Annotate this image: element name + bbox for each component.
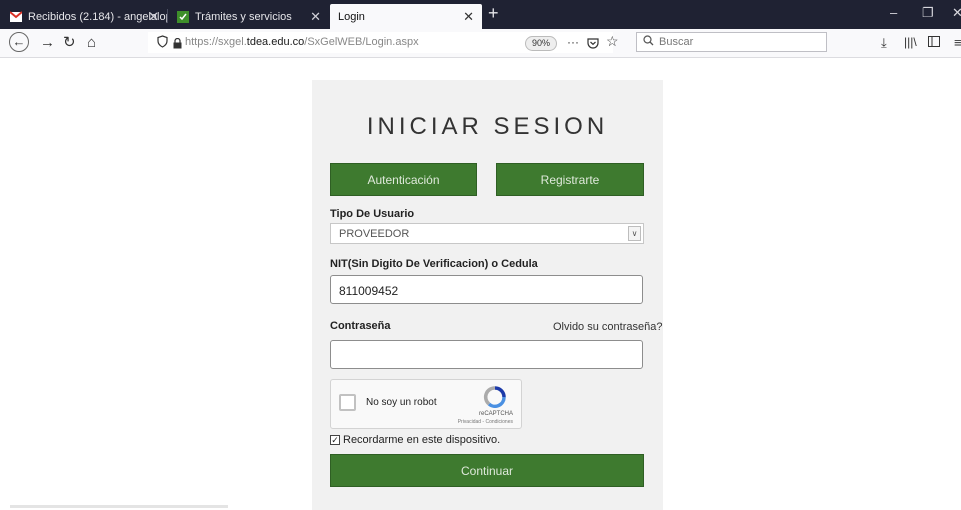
close-icon[interactable]: ✕ (463, 9, 474, 25)
tab-gmail-title: Recibidos (2.184) - angelalope: (28, 10, 167, 23)
shield-icon[interactable] (157, 35, 168, 53)
tab-tramites[interactable]: Trámites y servicios ✕ (169, 4, 329, 29)
search-box[interactable]: Buscar (636, 32, 827, 52)
page-actions-icon[interactable]: ··· (567, 35, 579, 49)
back-icon[interactable]: ← (9, 32, 29, 52)
bookmark-star-icon[interactable]: ☆ (606, 33, 619, 50)
captcha-text: No soy un robot (366, 397, 437, 408)
reload-icon[interactable]: ↻ (63, 34, 76, 52)
home-icon[interactable]: ⌂ (87, 34, 96, 52)
library-icon[interactable]: |||\ (904, 35, 917, 49)
continue-button[interactable]: Continuar (330, 454, 644, 487)
search-placeholder: Buscar (659, 36, 694, 48)
remember-checkbox[interactable]: ✓ Recordarme en este dispositivo. (330, 434, 500, 446)
download-icon[interactable]: ⤓ (881, 35, 887, 51)
search-icon (643, 35, 654, 49)
password-label: Contraseña (330, 320, 391, 332)
new-tab-button[interactable]: + (488, 3, 499, 24)
tramites-icon (177, 10, 189, 23)
captcha-checkbox[interactable] (339, 394, 356, 411)
gmail-icon (9, 10, 23, 23)
close-window-icon[interactable]: ✕ (952, 5, 961, 21)
recaptcha-icon (483, 386, 507, 413)
restore-icon[interactable]: ❐ (922, 5, 934, 21)
scrollbar[interactable] (10, 505, 228, 508)
address-bar[interactable]: https://sxgel.tdea.edu.co/SxGelWEB/Login… (148, 32, 619, 54)
close-icon[interactable]: ✕ (148, 9, 159, 25)
url-prefix: https://sxgel. (185, 36, 247, 48)
tab-login-title: Login (338, 10, 365, 23)
close-icon[interactable]: ✕ (310, 9, 321, 25)
captcha-privacy[interactable]: Privacidad - Condiciones (458, 419, 513, 425)
chevron-down-icon[interactable]: ∨ (628, 226, 641, 241)
recaptcha-widget: No soy un robot reCAPTCHA Privacidad - C… (330, 379, 522, 429)
checkbox-icon[interactable]: ✓ (330, 435, 340, 445)
captcha-brand: reCAPTCHA (478, 411, 513, 417)
tab-tramites-title: Trámites y servicios (195, 10, 292, 23)
menu-icon[interactable]: ≡ (954, 35, 961, 50)
tab-strip: Recibidos (2.184) - angelalope: ✕ Trámit… (0, 0, 961, 29)
tab-separator (167, 9, 168, 23)
user-type-value: PROVEEDOR (339, 228, 410, 240)
tab-gmail[interactable]: Recibidos (2.184) - angelalope: ✕ (2, 4, 167, 29)
tab-login[interactable]: Login ✕ (330, 4, 482, 29)
url-path: /SxGelWEB/Login.aspx (304, 36, 419, 48)
url-domain: tdea.edu.co (246, 36, 305, 48)
user-type-label: Tipo De Usuario (330, 208, 415, 220)
id-value: 811009452 (339, 284, 399, 298)
forgot-password-link[interactable]: Olvido su contraseña? (553, 321, 662, 333)
register-button[interactable]: Registrarte (496, 163, 644, 196)
page-title: INICIAR SESION (366, 113, 609, 140)
login-panel: INICIAR SESION Autenticación Registrarte… (312, 80, 663, 510)
id-label: NIT(Sin Digito De Verificacion) o Cedula (330, 258, 538, 270)
auth-button[interactable]: Autenticación (330, 163, 477, 196)
id-field[interactable]: 811009452 (330, 275, 643, 304)
navigation-bar: ← → ↻ ⌂ https://sxgel.tdea.edu.co/SxGelW… (0, 29, 961, 58)
user-type-select[interactable]: PROVEEDOR ∨ (330, 223, 644, 244)
pocket-icon[interactable] (587, 36, 599, 54)
minimize-icon[interactable]: – (890, 5, 897, 20)
password-field[interactable] (330, 340, 643, 369)
url-text[interactable]: https://sxgel.tdea.edu.co/SxGelWEB/Login… (185, 36, 419, 48)
zoom-indicator[interactable]: 90% (525, 36, 558, 51)
remember-label: Recordarme en este dispositivo. (343, 434, 501, 446)
sidebar-icon[interactable] (928, 35, 940, 50)
lock-icon[interactable] (173, 36, 182, 54)
forward-icon[interactable]: → (40, 34, 55, 52)
